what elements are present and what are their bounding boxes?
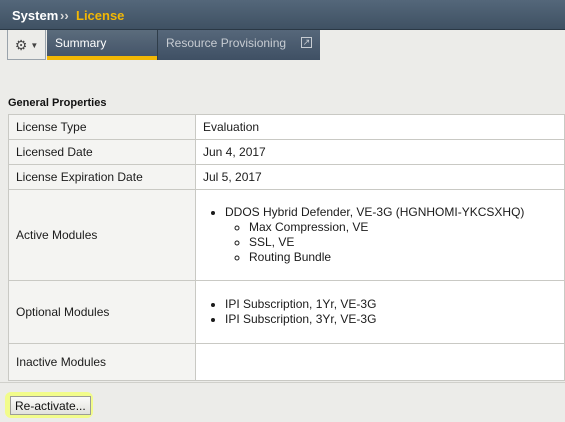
tab-bar: ⚙ ▼ Summary Resource Provisioning ↗ bbox=[0, 30, 565, 60]
expiration-date-value: Jul 5, 2017 bbox=[195, 164, 565, 190]
breadcrumb-system[interactable]: System bbox=[12, 8, 58, 23]
list-item: DDOS Hybrid Defender, VE-3G (HGNHOMI-YKC… bbox=[225, 205, 557, 265]
list-item: IPI Subscription, 3Yr, VE-3G bbox=[225, 312, 557, 327]
table-row: License Type Evaluation bbox=[8, 114, 565, 140]
optional-modules-list: IPI Subscription, 1Yr, VE-3G IPI Subscri… bbox=[203, 297, 557, 327]
gear-icon: ⚙ bbox=[14, 36, 28, 53]
license-type-label: License Type bbox=[8, 114, 196, 140]
active-submodules-list: Max Compression, VE SSL, VE Routing Bund… bbox=[225, 220, 557, 265]
tab-resource-provisioning[interactable]: Resource Provisioning ↗ bbox=[157, 30, 320, 60]
list-item: Max Compression, VE bbox=[249, 220, 557, 235]
breadcrumb-separator: ›› bbox=[60, 8, 69, 23]
gear-menu-button[interactable]: ⚙ ▼ bbox=[7, 30, 46, 60]
general-properties-table: License Type Evaluation Licensed Date Ju… bbox=[8, 114, 565, 381]
table-row: Inactive Modules bbox=[8, 343, 565, 381]
tab-summary[interactable]: Summary bbox=[47, 30, 157, 60]
reactivate-button[interactable]: Re-activate... bbox=[10, 396, 91, 415]
optional-modules-label: Optional Modules bbox=[8, 280, 196, 344]
table-row: Licensed Date Jun 4, 2017 bbox=[8, 139, 565, 165]
active-module-main: DDOS Hybrid Defender, VE-3G (HGNHOMI-YKC… bbox=[225, 205, 525, 219]
title-bar: System ›› License bbox=[0, 0, 565, 30]
table-row: License Expiration Date Jul 5, 2017 bbox=[8, 164, 565, 190]
active-modules-list: DDOS Hybrid Defender, VE-3G (HGNHOMI-YKC… bbox=[203, 205, 557, 265]
tab-resource-label: Resource Provisioning bbox=[166, 36, 287, 50]
list-item: Routing Bundle bbox=[249, 250, 557, 265]
licensed-date-value: Jun 4, 2017 bbox=[195, 139, 565, 165]
license-type-value: Evaluation bbox=[195, 114, 565, 140]
active-modules-label: Active Modules bbox=[8, 189, 196, 281]
table-row: Optional Modules IPI Subscription, 1Yr, … bbox=[8, 280, 565, 344]
external-link-icon: ↗ bbox=[301, 37, 312, 48]
inactive-modules-value bbox=[195, 343, 565, 381]
tab-summary-label: Summary bbox=[55, 36, 107, 50]
breadcrumb-license[interactable]: License bbox=[76, 8, 124, 23]
list-item: IPI Subscription, 1Yr, VE-3G bbox=[225, 297, 557, 312]
expiration-date-label: License Expiration Date bbox=[8, 164, 196, 190]
list-item: SSL, VE bbox=[249, 235, 557, 250]
licensed-date-label: Licensed Date bbox=[8, 139, 196, 165]
table-row: Active Modules DDOS Hybrid Defender, VE-… bbox=[8, 189, 565, 281]
inactive-modules-label: Inactive Modules bbox=[8, 343, 196, 381]
optional-modules-value: IPI Subscription, 1Yr, VE-3G IPI Subscri… bbox=[195, 280, 565, 344]
active-modules-value: DDOS Hybrid Defender, VE-3G (HGNHOMI-YKC… bbox=[195, 189, 565, 281]
section-title: General Properties bbox=[8, 97, 107, 109]
chevron-down-icon: ▼ bbox=[30, 40, 39, 50]
